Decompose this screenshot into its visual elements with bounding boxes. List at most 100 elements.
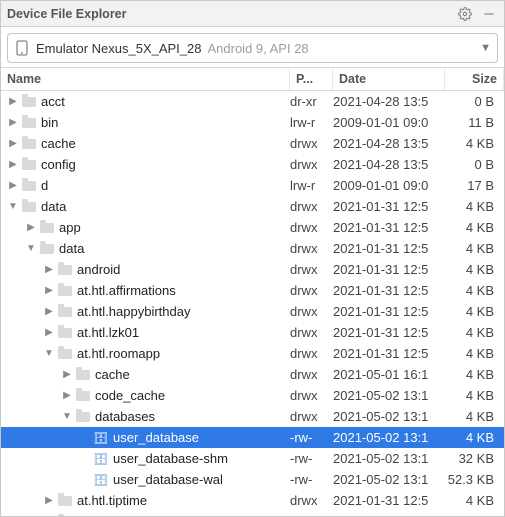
chevron-right-icon[interactable]: ▶: [43, 306, 55, 317]
tree-row[interactable]: ▶code_cachedrwx2021-05-02 13:14 KB: [1, 385, 504, 406]
tree-row[interactable]: ▶acctdr-xr2021-04-28 13:50 B: [1, 91, 504, 112]
cell-perm: drwx: [290, 388, 333, 403]
cell-perm: dr-xr: [290, 94, 333, 109]
tree-row-label: user_database-shm: [113, 451, 228, 466]
cell-date: 2021-01-31 12:5: [333, 493, 445, 508]
folder-icon: [39, 241, 55, 257]
chevron-right-icon[interactable]: ▶: [43, 264, 55, 275]
folder-icon: [21, 178, 37, 194]
chevron-right-icon[interactable]: ▶: [7, 96, 19, 107]
col-name[interactable]: Name: [1, 68, 290, 90]
tree-row[interactable]: ▶at.htl.affirmationsdrwx2021-01-31 12:54…: [1, 280, 504, 301]
device-icon: [14, 40, 30, 56]
cell-perm: drwx: [290, 493, 333, 508]
chevron-right-icon[interactable]: ▶: [7, 180, 19, 191]
chevron-right-icon[interactable]: ▶: [61, 390, 73, 401]
tree-row[interactable]: ▶cachedrwx2021-05-01 16:14 KB: [1, 364, 504, 385]
cell-date: 2009-01-01 09:0: [333, 115, 445, 130]
tree-row[interactable]: ▶cachedrwx2021-04-28 13:54 KB: [1, 133, 504, 154]
tree-row-label: data: [41, 199, 66, 214]
tree-row[interactable]: ▶com.android.backupconfirmdrwx2021-01-31…: [1, 511, 504, 516]
minimize-icon[interactable]: [480, 5, 498, 23]
tree-row-label: cache: [95, 367, 130, 382]
cell-date: 2009-01-01 09:0: [333, 178, 445, 193]
tree-row[interactable]: ▶androiddrwx2021-01-31 12:54 KB: [1, 259, 504, 280]
folder-icon: [75, 409, 91, 425]
cell-date: 2021-01-31 12:5: [333, 199, 445, 214]
cell-perm: drwx: [290, 136, 333, 151]
tree-row[interactable]: ▼datadrwx2021-01-31 12:54 KB: [1, 196, 504, 217]
tree-row[interactable]: ▶dlrw-r2009-01-01 09:017 B: [1, 175, 504, 196]
tree-row[interactable]: 🗄user_database-shm-rw-2021-05-02 13:132 …: [1, 448, 504, 469]
cell-perm: drwx: [290, 220, 333, 235]
chevron-down-icon[interactable]: ▼: [61, 411, 73, 422]
folder-icon: [75, 367, 91, 383]
cell-perm: drwx: [290, 157, 333, 172]
panel-titlebar: Device File Explorer: [1, 1, 504, 27]
cell-size: 4 KB: [445, 514, 504, 516]
device-selector[interactable]: Emulator Nexus_5X_API_28 Android 9, API …: [7, 33, 498, 63]
folder-icon: [57, 325, 73, 341]
tree-row[interactable]: ▶at.htl.happybirthdaydrwx2021-01-31 12:5…: [1, 301, 504, 322]
cell-size: 11 B: [445, 115, 504, 130]
folder-icon: [57, 346, 73, 362]
cell-size: 4 KB: [445, 220, 504, 235]
tree-row-label: at.htl.tiptime: [77, 493, 147, 508]
chevron-right-icon[interactable]: ▶: [43, 285, 55, 296]
cell-date: 2021-05-02 13:1: [333, 409, 445, 424]
chevron-right-icon[interactable]: ▶: [7, 159, 19, 170]
tree-row[interactable]: 🗄user_database-wal-rw-2021-05-02 13:152.…: [1, 469, 504, 490]
cell-perm: -rw-: [290, 430, 333, 445]
tree-row-label: databases: [95, 409, 155, 424]
cell-perm: drwx: [290, 514, 333, 516]
chevron-right-icon[interactable]: ▶: [61, 369, 73, 380]
gear-icon[interactable]: [456, 5, 474, 23]
tree-row[interactable]: ▶configdrwx2021-04-28 13:50 B: [1, 154, 504, 175]
cell-date: 2021-01-31 12:5: [333, 241, 445, 256]
cell-date: 2021-01-31 12:5: [333, 220, 445, 235]
chevron-down-icon[interactable]: ▼: [7, 201, 19, 212]
cell-size: 4 KB: [445, 409, 504, 424]
cell-size: 52.3 KB: [445, 472, 504, 487]
cell-size: 4 KB: [445, 367, 504, 382]
tree-row[interactable]: ▶at.htl.lzk01drwx2021-01-31 12:54 KB: [1, 322, 504, 343]
cell-perm: drwx: [290, 409, 333, 424]
tree-row-label: at.htl.lzk01: [77, 325, 139, 340]
chevron-down-icon[interactable]: ▼: [25, 243, 37, 254]
tree-row[interactable]: ▶binlrw-r2009-01-01 09:011 B: [1, 112, 504, 133]
folder-icon: [75, 388, 91, 404]
chevron-right-icon[interactable]: ▶: [7, 138, 19, 149]
tree-row[interactable]: ▶appdrwx2021-01-31 12:54 KB: [1, 217, 504, 238]
tree-row[interactable]: ▼datadrwx2021-01-31 12:54 KB: [1, 238, 504, 259]
tree-row[interactable]: ▶at.htl.tiptimedrwx2021-01-31 12:54 KB: [1, 490, 504, 511]
folder-icon: [21, 115, 37, 131]
tree-row[interactable]: ▼ databases drwx2021-05-02 13:14 KB: [1, 406, 504, 427]
device-detail: Android 9, API 28: [207, 41, 480, 56]
cell-perm: drwx: [290, 199, 333, 214]
chevron-right-icon[interactable]: ▶: [25, 222, 37, 233]
tree-row-label: code_cache: [95, 388, 165, 403]
panel-title: Device File Explorer: [7, 7, 450, 21]
chevron-down-icon[interactable]: ▼: [43, 348, 55, 359]
tree-row[interactable]: ▼at.htl.roomappdrwx2021-01-31 12:54 KB: [1, 343, 504, 364]
tree-row-label: acct: [41, 94, 65, 109]
cell-size: 17 B: [445, 178, 504, 193]
file-tree[interactable]: ▶acctdr-xr2021-04-28 13:50 B▶binlrw-r200…: [1, 91, 504, 516]
cell-date: 2021-05-02 13:1: [333, 472, 445, 487]
tree-row-label: com.android.backupconfirm: [77, 514, 237, 516]
cell-size: 4 KB: [445, 325, 504, 340]
chevron-right-icon[interactable]: ▶: [7, 117, 19, 128]
folder-icon: [21, 157, 37, 173]
chevron-right-icon[interactable]: ▶: [43, 327, 55, 338]
cell-perm: drwx: [290, 367, 333, 382]
col-size[interactable]: Size: [445, 68, 504, 90]
cell-size: 4 KB: [445, 430, 504, 445]
cell-date: 2021-01-31 12:5: [333, 325, 445, 340]
col-date[interactable]: Date: [333, 68, 445, 90]
cell-size: 4 KB: [445, 283, 504, 298]
chevron-right-icon[interactable]: ▶: [43, 495, 55, 506]
col-permissions[interactable]: P...: [290, 68, 333, 90]
cell-perm: lrw-r: [290, 178, 333, 193]
tree-row[interactable]: 🗄user_database-rw-2021-05-02 13:14 KB: [1, 427, 504, 448]
chevron-down-icon: ▼: [480, 42, 491, 54]
